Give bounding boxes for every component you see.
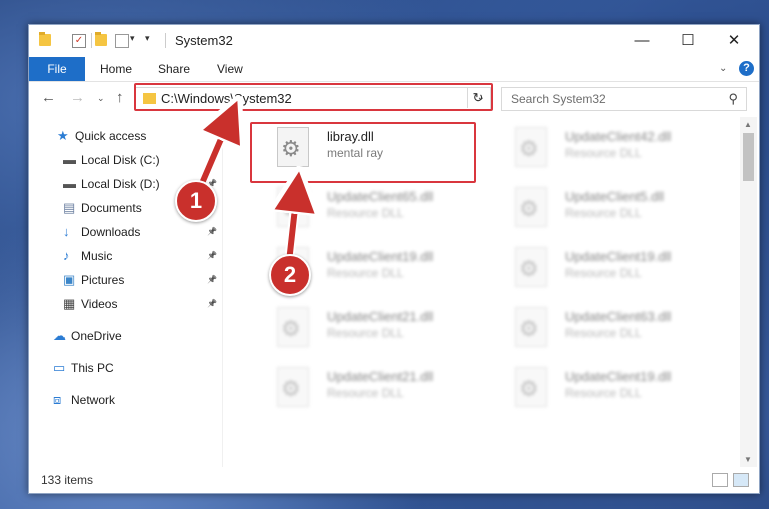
callout-arrows [195,0,769,267]
callout-1: 1 [175,180,217,222]
arrow-2 [289,190,297,265]
arrow-1 [197,118,230,191]
callout-2: 2 [269,254,311,296]
